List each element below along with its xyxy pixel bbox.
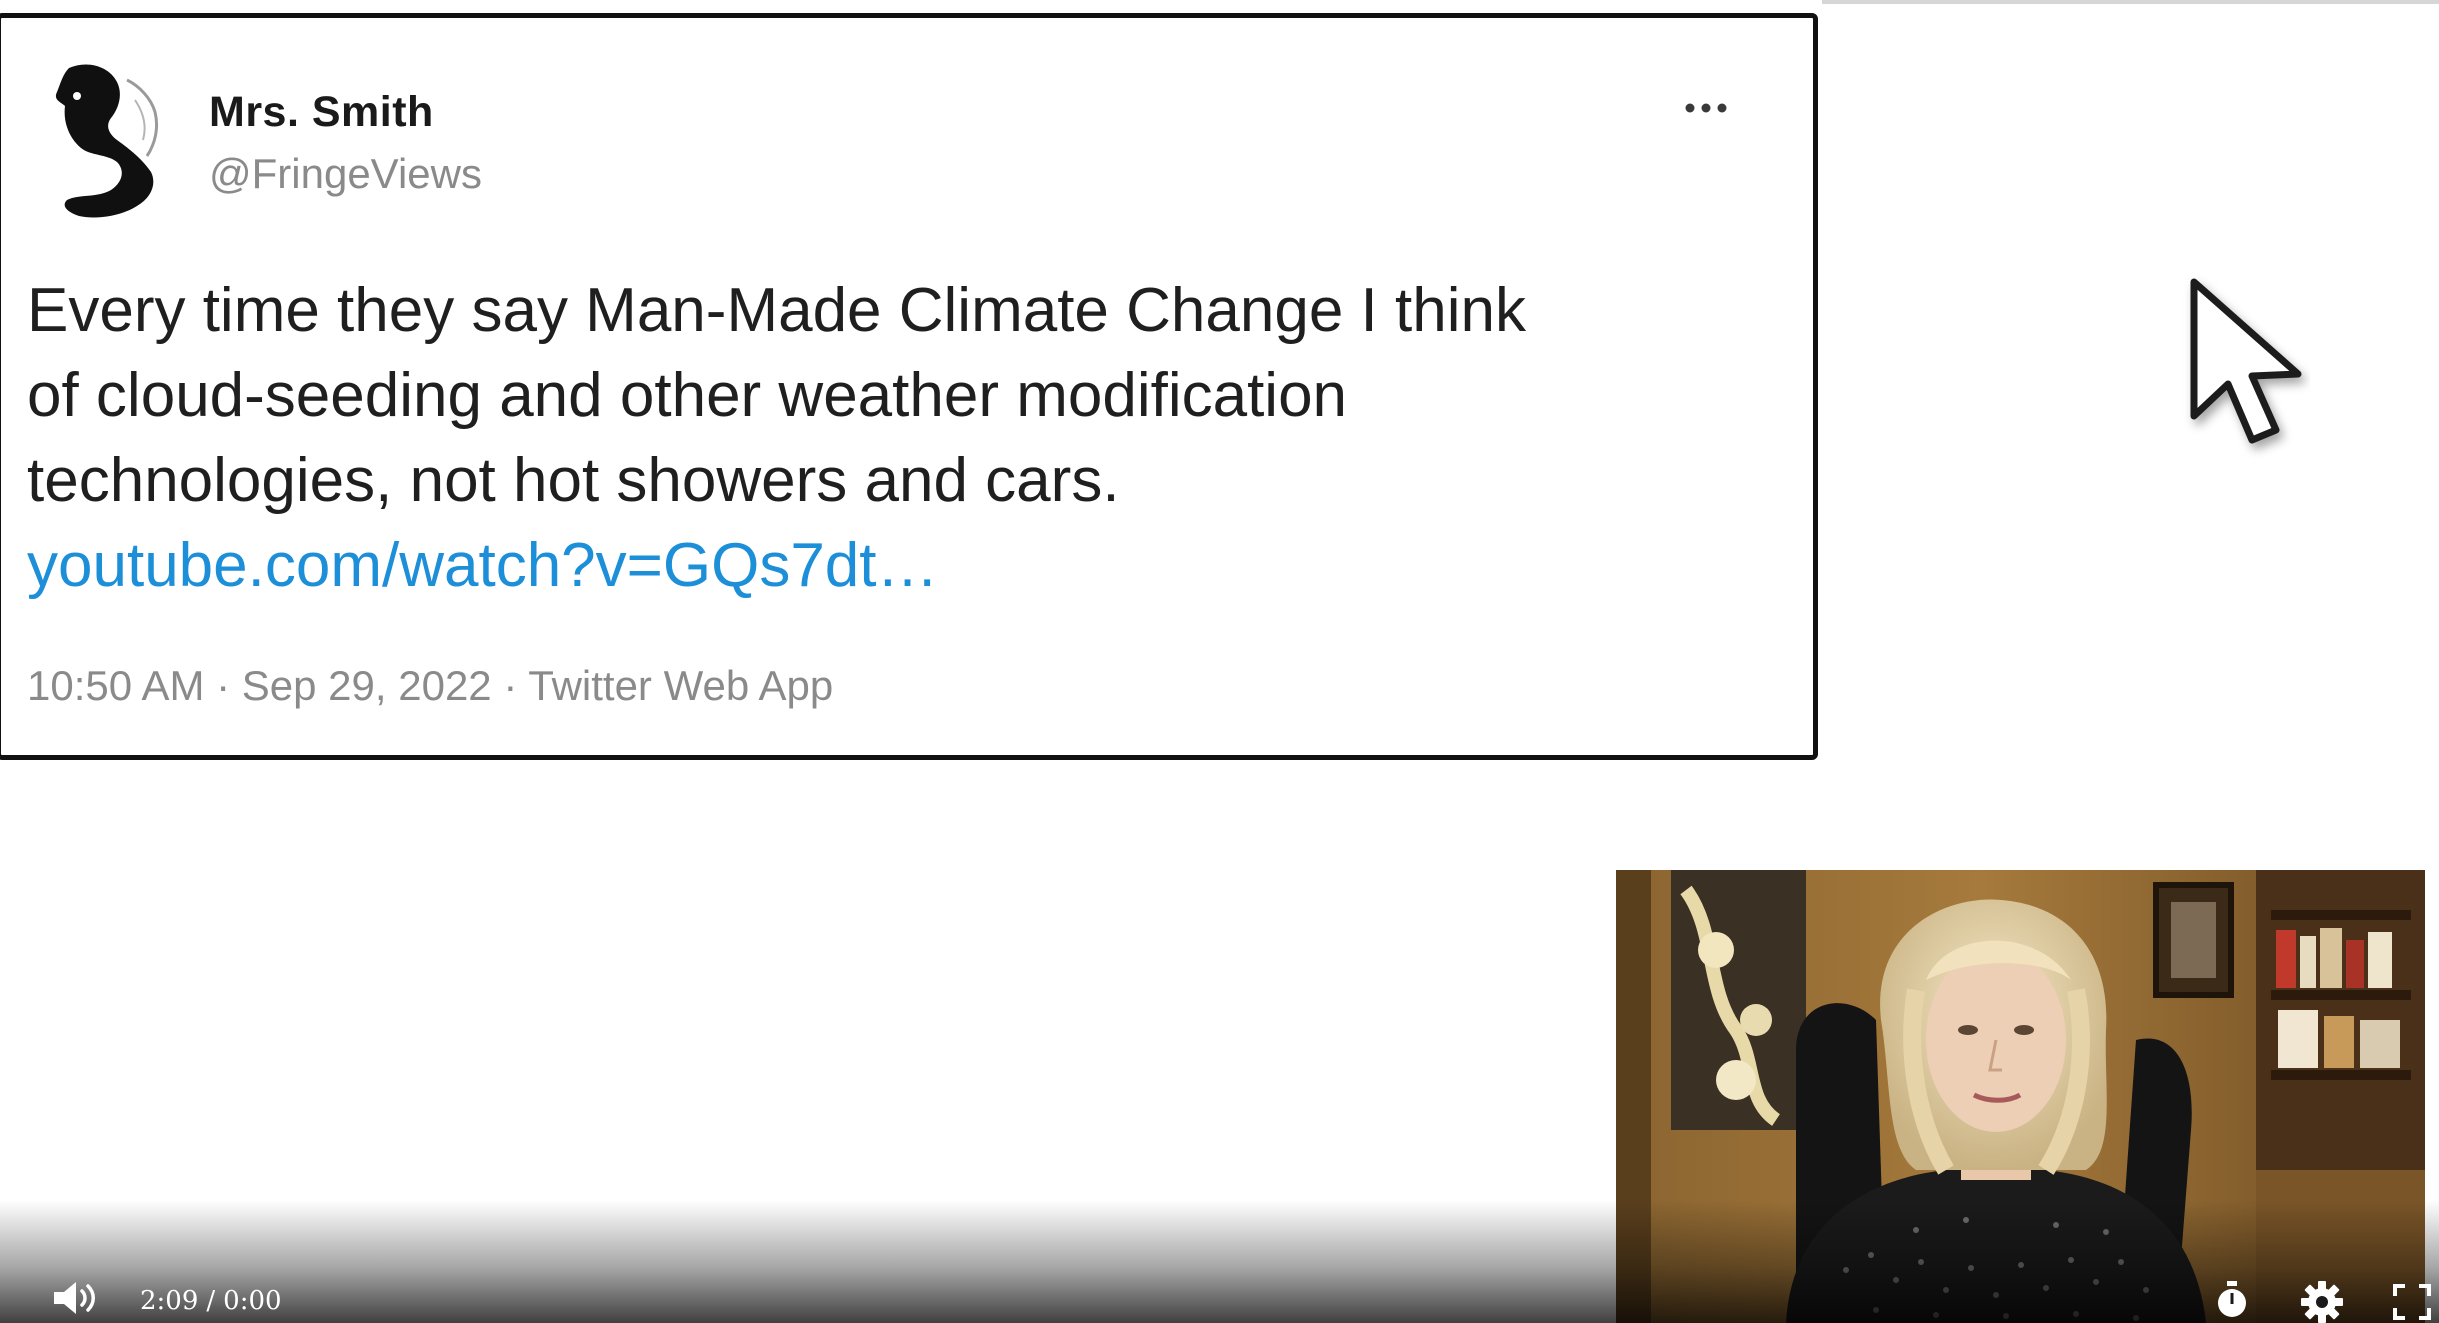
settings-icon[interactable] bbox=[2300, 1280, 2344, 1323]
fullscreen-icon[interactable] bbox=[2392, 1283, 2432, 1321]
volume-icon[interactable] bbox=[50, 1278, 102, 1318]
more-horizontal-icon[interactable] bbox=[1681, 93, 1731, 123]
tweet-text-line: of cloud-seeding and other weather modif… bbox=[27, 361, 1348, 430]
current-time: 2:09 bbox=[140, 1286, 199, 1316]
time-display: 2:09/0:00 bbox=[140, 1286, 282, 1316]
tweet-text-line: technologies, not hot showers and cars. bbox=[27, 446, 1120, 515]
frame-edge bbox=[1822, 0, 2439, 4]
tweet-body: Every time they say Man-Made Climate Cha… bbox=[27, 268, 1767, 608]
tweet-card: Mrs. Smith @FringeViews Every time they … bbox=[0, 13, 1818, 760]
player-controls-bar bbox=[0, 1200, 2439, 1323]
tweet-text-line: Every time they say Man-Made Climate Cha… bbox=[27, 276, 1526, 345]
duration: 0:00 bbox=[223, 1286, 282, 1316]
tweet-link[interactable]: youtube.com/watch?v=GQs7dt… bbox=[27, 523, 1767, 608]
user-handle[interactable]: @FringeViews bbox=[209, 150, 482, 198]
timer-icon[interactable] bbox=[2212, 1280, 2252, 1320]
display-name[interactable]: Mrs. Smith bbox=[209, 88, 434, 137]
mouse-pointer-icon bbox=[2190, 278, 2302, 444]
avatar-silhouette-icon bbox=[55, 64, 159, 218]
video-frame: Mrs. Smith @FringeViews Every time they … bbox=[0, 0, 2439, 1323]
time-separator: / bbox=[206, 1286, 216, 1316]
tweet-timestamp[interactable]: 10:50 AM · Sep 29, 2022 · Twitter Web Ap… bbox=[27, 662, 833, 710]
